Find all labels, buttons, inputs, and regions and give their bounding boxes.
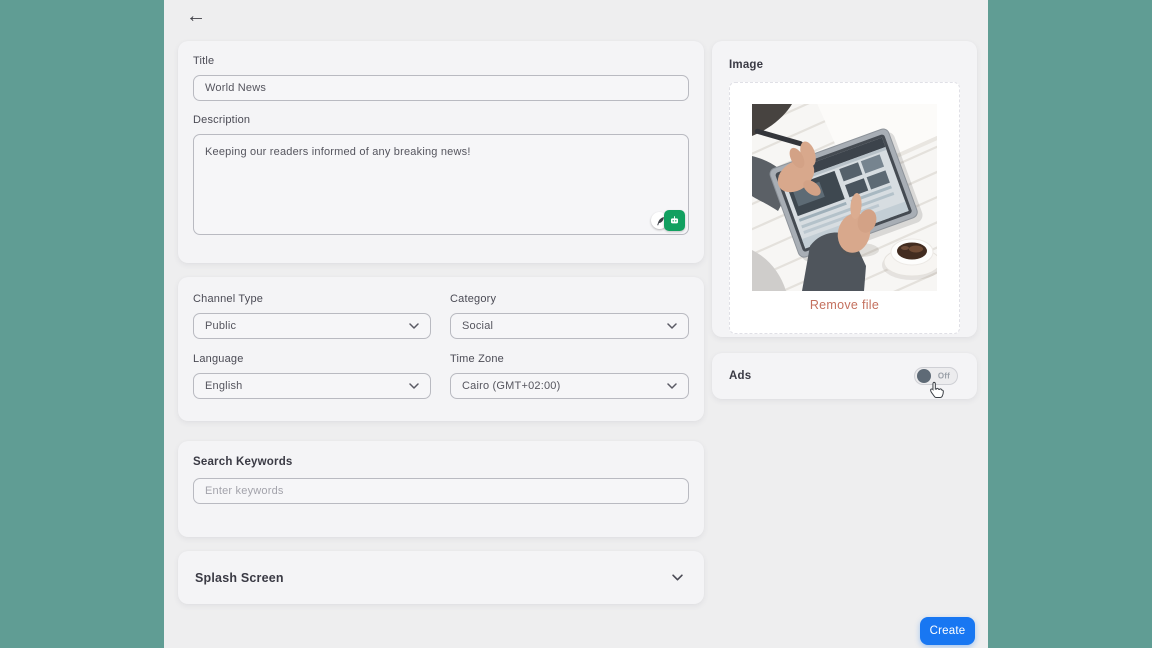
- back-button[interactable]: ←: [182, 2, 210, 30]
- chevron-down-icon: [409, 323, 419, 329]
- assistant-extension-icon[interactable]: [664, 210, 685, 231]
- right-background-panel: [988, 0, 1152, 648]
- app-window: ← Title Description Keeping our readers …: [0, 0, 1152, 648]
- channel-type-value: Public: [205, 320, 237, 332]
- language-select[interactable]: English: [193, 373, 431, 399]
- quill-glyph: [656, 216, 664, 225]
- title-label: Title: [193, 55, 215, 67]
- category-value: Social: [462, 320, 494, 332]
- image-card: Image Remove file: [712, 41, 977, 337]
- splash-screen-label: Splash Screen: [195, 570, 284, 585]
- description-textarea[interactable]: Keeping our readers informed of any brea…: [193, 134, 689, 235]
- image-dropzone[interactable]: Remove file: [729, 82, 960, 334]
- language-label: Language: [193, 353, 244, 365]
- chevron-down-icon: [667, 383, 677, 389]
- time-zone-label: Time Zone: [450, 353, 504, 365]
- basics-card: Title Description Keeping our readers in…: [178, 41, 704, 263]
- toggle-state-label: Off: [937, 371, 950, 381]
- search-keywords-card: Search Keywords: [178, 441, 704, 537]
- image-label: Image: [729, 59, 764, 71]
- robot-glyph: [670, 216, 679, 224]
- time-zone-field: Time Zone Cairo (GMT+02:00): [450, 353, 689, 399]
- remove-file-link[interactable]: Remove file: [810, 298, 879, 312]
- time-zone-value: Cairo (GMT+02:00): [462, 380, 561, 392]
- ads-label: Ads: [729, 370, 752, 382]
- language-field: Language English: [193, 353, 431, 399]
- category-select[interactable]: Social: [450, 313, 689, 339]
- description-label: Description: [193, 114, 251, 126]
- description-field-wrap: Keeping our readers informed of any brea…: [193, 134, 689, 235]
- channel-type-label: Channel Type: [193, 293, 264, 305]
- chevron-down-icon: [667, 323, 677, 329]
- title-input[interactable]: [193, 75, 689, 101]
- textarea-overlay-icons: [651, 210, 685, 231]
- back-arrow-icon: ←: [186, 5, 206, 27]
- search-keywords-input[interactable]: [193, 478, 689, 504]
- create-button[interactable]: Create: [920, 617, 975, 645]
- language-value: English: [205, 380, 243, 392]
- cursor-pointer-icon: [930, 381, 944, 398]
- search-keywords-label: Search Keywords: [193, 456, 293, 468]
- splash-screen-card[interactable]: Splash Screen: [178, 551, 704, 604]
- category-label: Category: [450, 293, 497, 305]
- channel-settings-card: Channel Type Public Category Social Lang…: [178, 277, 704, 421]
- channel-type-field: Channel Type Public: [193, 293, 431, 339]
- uploaded-image-preview: [752, 104, 937, 291]
- chevron-down-icon[interactable]: [672, 574, 683, 581]
- left-background-panel: [0, 0, 164, 648]
- category-field: Category Social: [450, 293, 689, 339]
- main-content: ← Title Description Keeping our readers …: [164, 0, 988, 648]
- time-zone-select[interactable]: Cairo (GMT+02:00): [450, 373, 689, 399]
- channel-type-select[interactable]: Public: [193, 313, 431, 339]
- chevron-down-icon: [409, 383, 419, 389]
